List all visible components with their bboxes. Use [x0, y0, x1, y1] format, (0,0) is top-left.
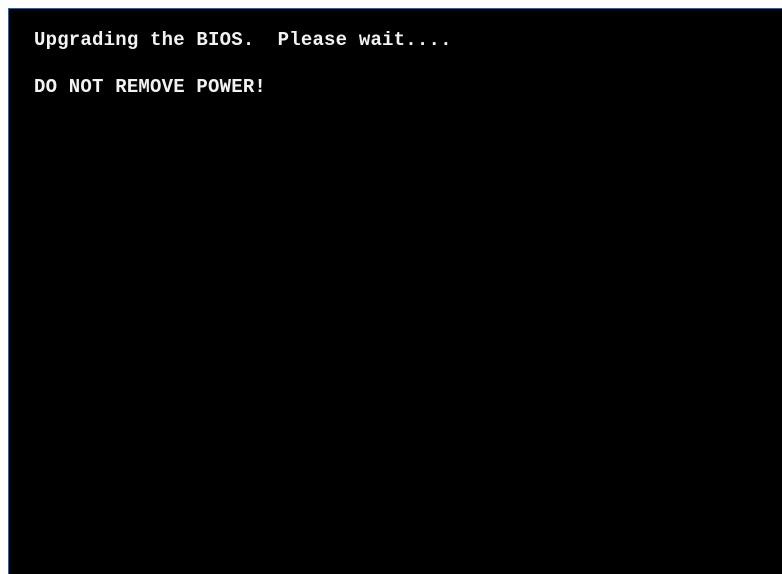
bios-update-window: Upgrading the BIOS. Please wait.... DO N…	[0, 0, 782, 574]
status-message: Upgrading the BIOS. Please wait....	[34, 29, 452, 51]
power-warning: DO NOT REMOVE POWER!	[34, 76, 267, 98]
console-screen: Upgrading the BIOS. Please wait.... DO N…	[8, 8, 782, 574]
